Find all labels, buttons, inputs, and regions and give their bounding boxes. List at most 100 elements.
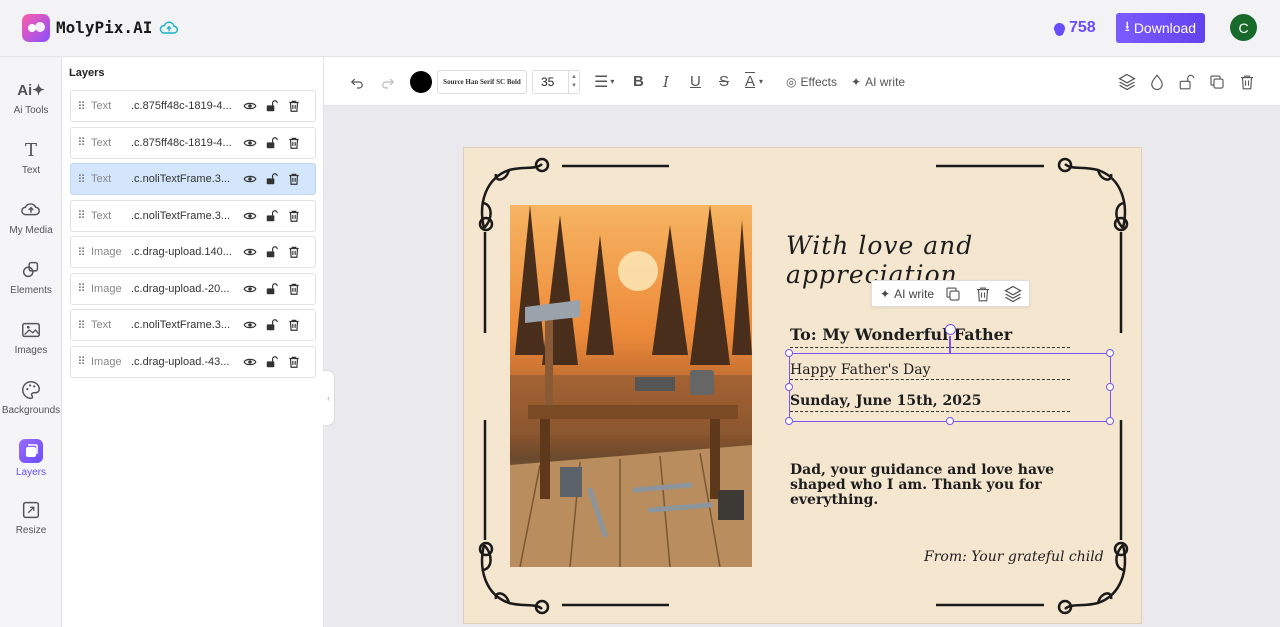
- eye-icon[interactable]: [239, 209, 261, 223]
- workshop-illustration[interactable]: [510, 205, 752, 567]
- drag-handle-icon[interactable]: ⠿: [71, 282, 91, 295]
- drag-handle-icon[interactable]: ⠿: [71, 355, 91, 368]
- coins-icon: [1054, 22, 1065, 34]
- text-color-picker[interactable]: [410, 57, 432, 106]
- resize-handle-sw[interactable]: [785, 417, 793, 425]
- text-case-dropdown[interactable]: A ▾: [745, 57, 763, 106]
- unlock-icon[interactable]: [261, 99, 283, 113]
- layer-row[interactable]: ⠿ Image .c.drag-upload.140...: [70, 236, 316, 268]
- eye-icon[interactable]: [239, 282, 261, 296]
- delete-icon[interactable]: [283, 245, 305, 259]
- unlock-icon[interactable]: [261, 355, 283, 369]
- delete-icon[interactable]: [283, 136, 305, 150]
- nav-ai-tools[interactable]: Ai✦ Ai Tools: [0, 79, 62, 131]
- download-button[interactable]: ⭳ Download: [1116, 13, 1205, 43]
- drag-handle-icon[interactable]: ⠿: [71, 319, 91, 332]
- card-to-line[interactable]: To: My Wonderful Father: [790, 325, 1012, 344]
- nav-resize[interactable]: Resize: [0, 499, 62, 551]
- layer-row[interactable]: ⠿ Image .c.drag-upload.-43...: [70, 345, 316, 378]
- delete-icon[interactable]: [283, 99, 305, 113]
- layer-name: .c.noliTextFrame.3...: [131, 209, 231, 222]
- underline-icon[interactable]: U: [690, 57, 701, 106]
- delete-icon[interactable]: [974, 285, 992, 303]
- resize-handle-nw[interactable]: [785, 349, 793, 357]
- eye-icon[interactable]: [239, 172, 261, 186]
- chevron-up-icon[interactable]: ▲: [571, 73, 577, 82]
- card-message[interactable]: Dad, your guidance and love have shaped …: [790, 463, 1100, 508]
- float-ai-write-button[interactable]: ✦ AI write: [872, 287, 942, 301]
- resize-handle-se[interactable]: [1106, 417, 1114, 425]
- nav-layers[interactable]: Layers: [0, 439, 62, 491]
- nav-images[interactable]: Images: [0, 319, 62, 371]
- left-nav: Ai✦ Ai Tools T Text My Media Elements Im…: [0, 57, 62, 627]
- selection-box[interactable]: [789, 353, 1111, 422]
- strikethrough-icon[interactable]: S: [719, 57, 729, 106]
- unlock-icon[interactable]: [261, 245, 283, 259]
- layer-type: Text: [91, 319, 112, 331]
- cloud-sync-icon[interactable]: [159, 19, 179, 37]
- duplicate-icon[interactable]: [1208, 57, 1226, 106]
- layer-row[interactable]: ⠿ Image .c.drag-upload.-20...: [70, 272, 316, 305]
- resize-handle-w[interactable]: [785, 383, 793, 391]
- delete-icon[interactable]: [283, 209, 305, 223]
- drag-handle-icon[interactable]: ⠿: [71, 100, 91, 113]
- bold-icon[interactable]: B: [633, 57, 644, 106]
- delete-icon[interactable]: [283, 318, 305, 332]
- unlock-icon[interactable]: [261, 318, 283, 332]
- user-avatar[interactable]: C: [1230, 14, 1257, 41]
- app-logo-icon[interactable]: [22, 14, 50, 42]
- font-size-stepper[interactable]: 35 ▲ ▼: [532, 57, 580, 106]
- ai-write-button[interactable]: ✦ AI write: [851, 57, 905, 106]
- layer-row[interactable]: ⠿ Text .c.noliTextFrame.3...: [70, 199, 316, 232]
- delete-icon[interactable]: [283, 355, 305, 369]
- duplicate-icon[interactable]: [944, 285, 962, 303]
- nav-text[interactable]: T Text: [0, 139, 62, 191]
- layer-row[interactable]: ⠿ Text .c.875ff48c-1819-4...: [70, 126, 316, 159]
- eye-icon[interactable]: [239, 136, 261, 150]
- italic-icon[interactable]: I: [663, 57, 669, 106]
- align-dropdown[interactable]: ☰ ▾: [594, 57, 614, 106]
- nav-backgrounds[interactable]: Backgrounds: [0, 379, 62, 431]
- layers-order-icon[interactable]: [1003, 284, 1023, 304]
- eye-icon[interactable]: [239, 99, 261, 113]
- nav-my-media[interactable]: My Media: [0, 199, 62, 251]
- eye-icon[interactable]: [239, 318, 261, 332]
- upload-cloud-icon: [21, 203, 40, 216]
- unlock-icon[interactable]: [261, 282, 283, 296]
- effects-button[interactable]: ◎ Effects: [786, 57, 837, 106]
- font-family-select[interactable]: Source Han Serif SC Bold: [437, 57, 527, 106]
- opacity-icon[interactable]: [1148, 57, 1166, 106]
- unlock-icon[interactable]: [261, 136, 283, 150]
- download-label: Download: [1133, 20, 1197, 36]
- delete-icon[interactable]: [283, 282, 305, 296]
- resize-icon: [22, 501, 40, 519]
- eye-icon[interactable]: [239, 355, 261, 369]
- unlock-icon[interactable]: [261, 172, 283, 186]
- drag-handle-icon[interactable]: ⠿: [71, 246, 91, 259]
- nav-elements[interactable]: Elements: [0, 259, 62, 311]
- eye-icon[interactable]: [239, 245, 261, 259]
- resize-handle-ne[interactable]: [1106, 349, 1114, 357]
- drag-handle-icon[interactable]: ⠿: [71, 173, 91, 186]
- unlock-icon[interactable]: [1178, 57, 1196, 106]
- layer-row[interactable]: ⠿ Text .c.noliTextFrame.3...: [70, 309, 316, 341]
- resize-handle-e[interactable]: [1106, 383, 1114, 391]
- collapse-panel-handle[interactable]: ‹: [323, 370, 335, 426]
- unlock-icon[interactable]: [261, 209, 283, 223]
- rotate-handle[interactable]: [945, 324, 956, 335]
- resize-handle-s[interactable]: [946, 417, 954, 425]
- undo-icon[interactable]: [348, 57, 366, 106]
- delete-icon[interactable]: [1238, 57, 1256, 106]
- layer-row[interactable]: ⠿ Text .c.noliTextFrame.3...: [70, 163, 316, 195]
- chevron-down-icon[interactable]: ▼: [571, 82, 577, 91]
- layer-row[interactable]: ⠿ Text .c.875ff48c-1819-4...: [70, 90, 316, 122]
- card-signature[interactable]: From: Your grateful child: [924, 549, 1104, 565]
- drag-handle-icon[interactable]: ⠿: [71, 136, 91, 149]
- drag-handle-icon[interactable]: ⠿: [71, 209, 91, 222]
- redo-icon[interactable]: [379, 57, 397, 106]
- delete-icon[interactable]: [283, 172, 305, 186]
- sparkle-icon: ✦: [880, 286, 891, 301]
- palette-icon: [22, 381, 40, 399]
- credits-counter[interactable]: 758: [1054, 19, 1096, 37]
- layers-order-icon[interactable]: [1117, 57, 1137, 106]
